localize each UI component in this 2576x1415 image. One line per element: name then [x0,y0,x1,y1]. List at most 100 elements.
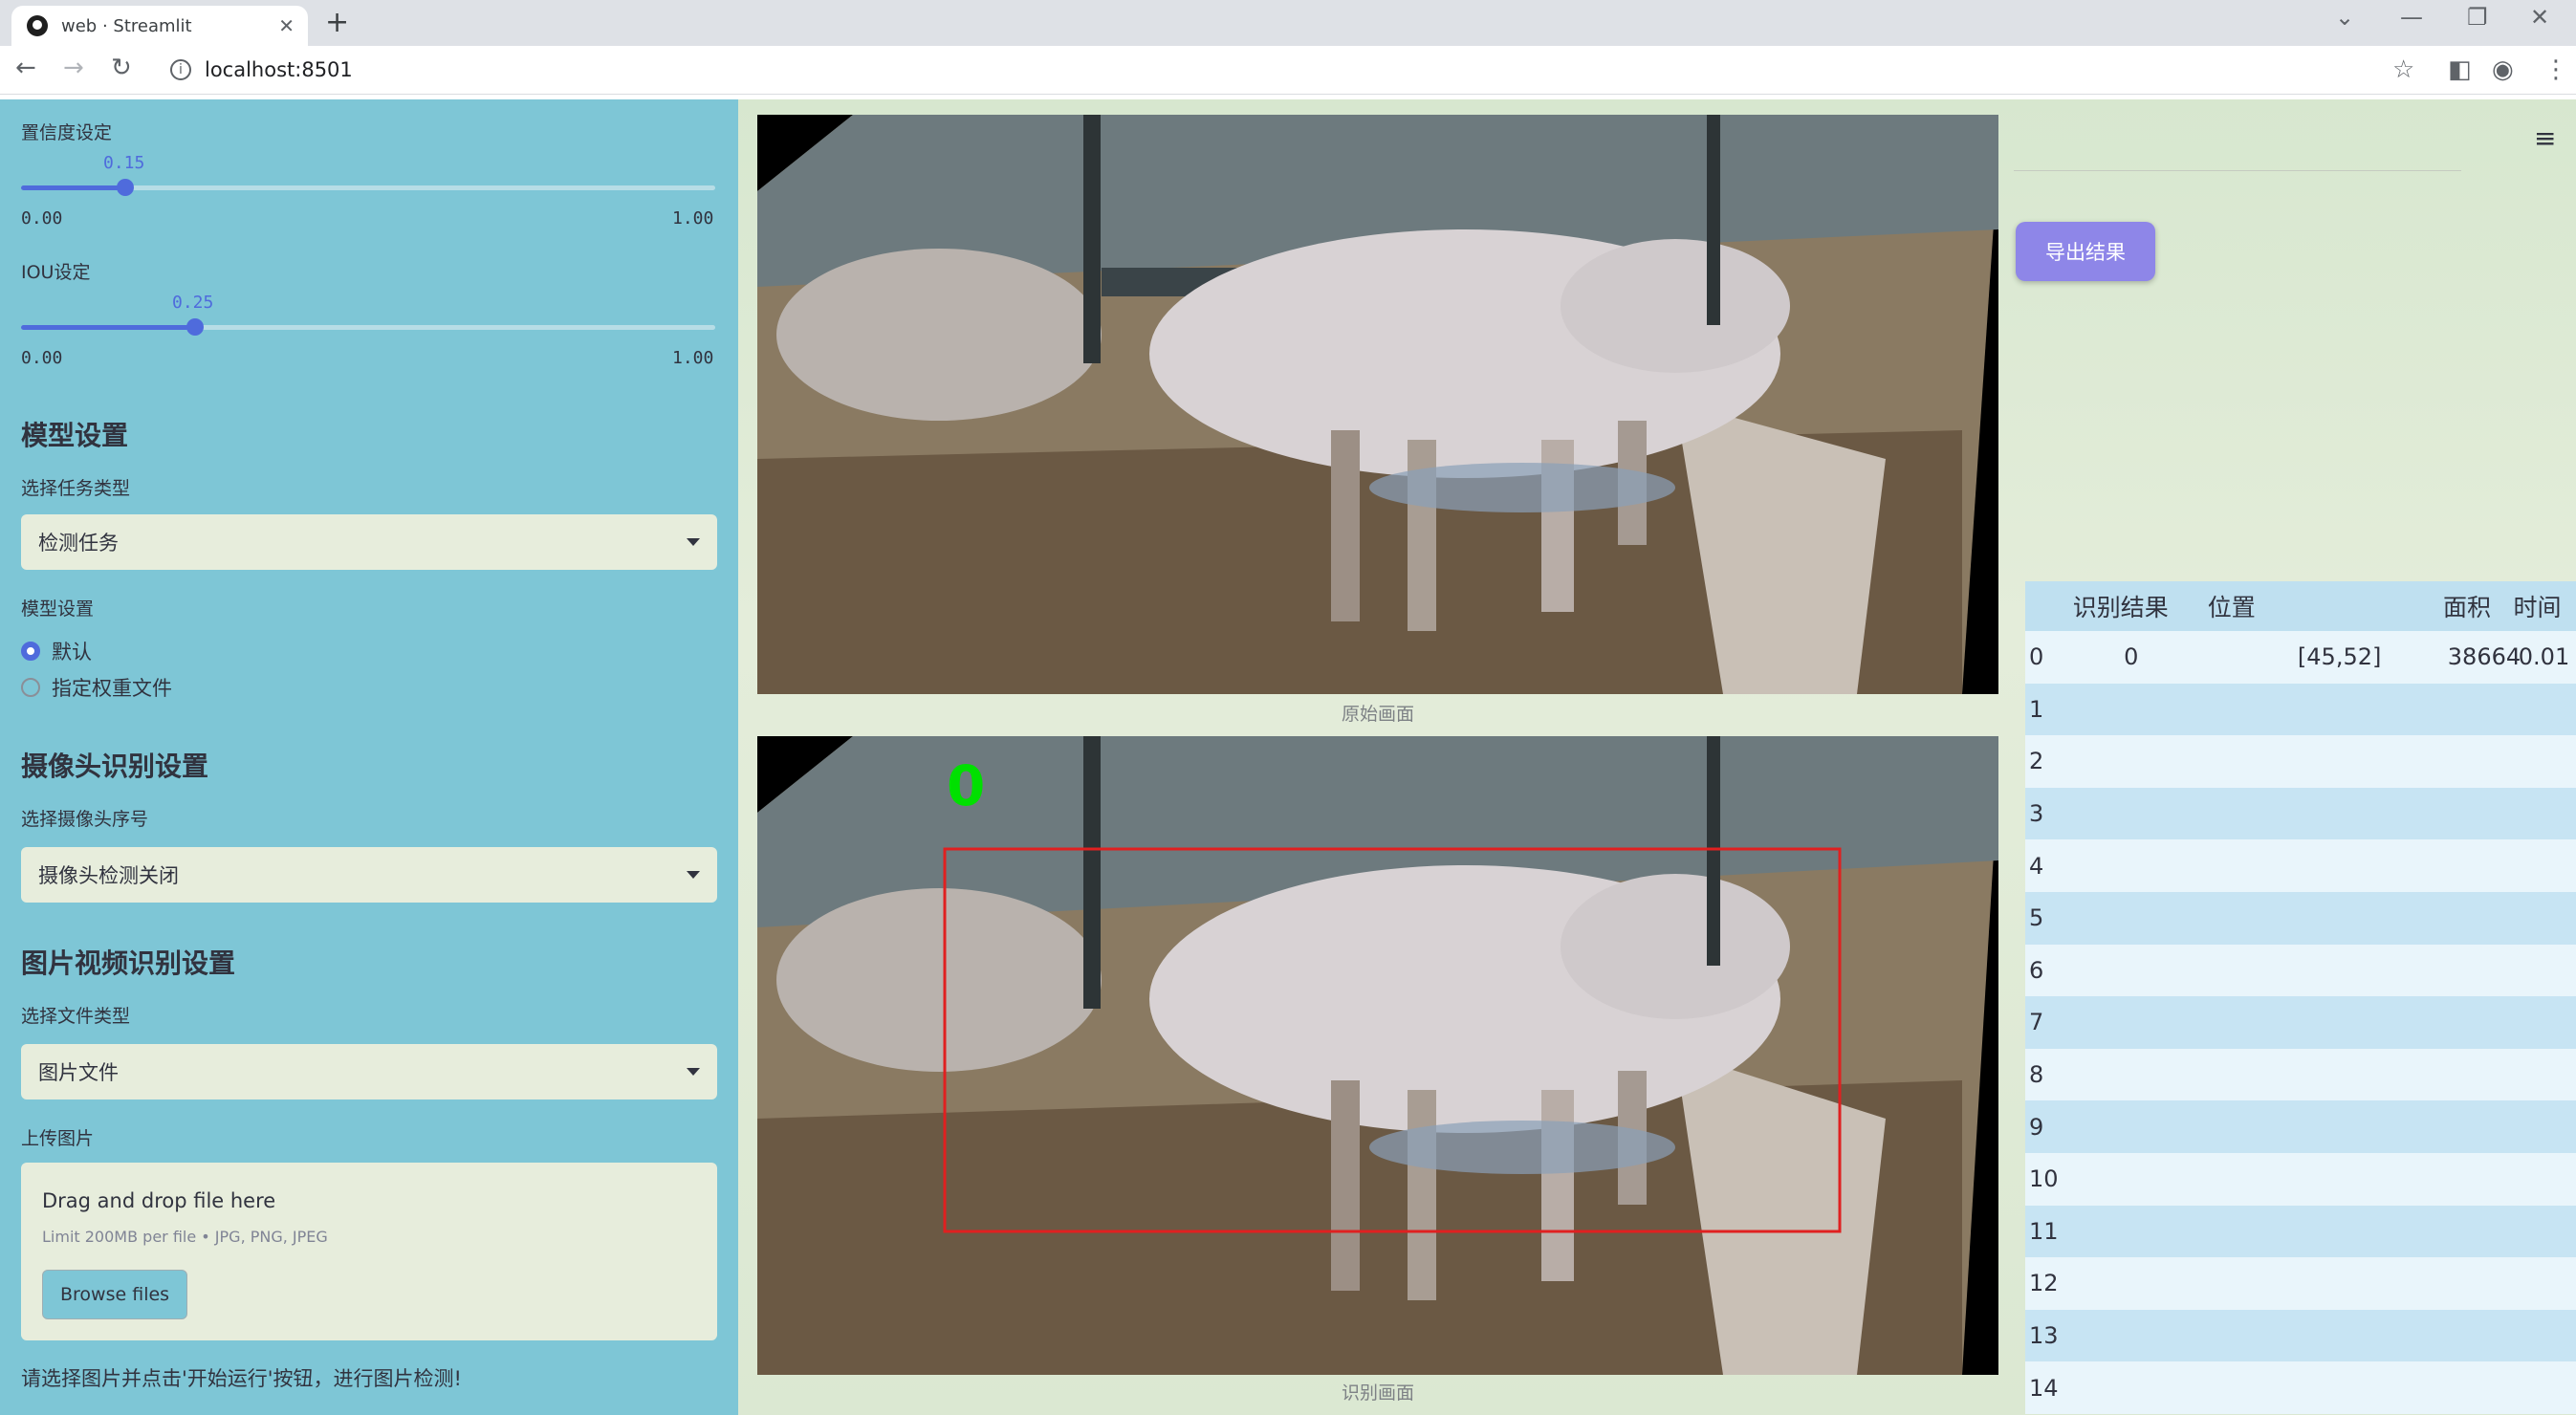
table-row: 1 [2025,683,2576,736]
iou-slider[interactable] [21,318,715,336]
tab-search-icon[interactable]: ⌄ [2335,4,2354,31]
table-header: 识别结果 位置 面积 时间 [2025,581,2576,631]
conf-max: 1.00 [672,208,714,229]
radio-custom-label: 指定权重文件 [52,677,172,700]
row-index: 10 [2029,1165,2059,1193]
address-bar: ← → ↻ i localhost:8501 ☆ ◧ ◉ ⋮ [0,46,2576,95]
task-select-value: 检测任务 [38,532,119,555]
iou-slider-thumb[interactable] [186,318,204,336]
table-row: 8 [2025,1048,2576,1101]
cell-time: 0.01 [2518,643,2570,671]
tab-title: web · Streamlit [61,15,192,36]
iou-max: 1.00 [672,348,714,368]
header-position[interactable]: 位置 [2208,589,2443,623]
iou-label: IOU设定 [21,262,91,283]
row-index: 8 [2029,1061,2044,1089]
cell-result: 0 [2124,643,2139,671]
window-close-icon[interactable]: ✕ [2530,4,2549,31]
hamburger-menu-icon[interactable]: ≡ [2534,122,2556,154]
radio-default[interactable]: 默认 [21,637,92,665]
conf-label: 置信度设定 [21,122,113,143]
camera-select[interactable]: 摄像头检测关闭 [21,847,717,903]
iou-slider-fill [21,325,195,330]
browser-tab-bar: web · Streamlit ✕ + ⌄ — ❐ ✕ [0,0,2576,46]
filetype-select[interactable]: 图片文件 [21,1044,717,1099]
radio-custom-weights[interactable]: 指定权重文件 [21,673,172,702]
iou-slider-value: 0.25 [172,293,214,313]
detection-class-label: 0 [947,753,985,818]
table-body: 0 0 [45,52] 38664 0.01 1 2 3 4 5 6 7 8 9 10 11 12 13 14 [2025,631,2576,1414]
header-result[interactable]: 识别结果 [2073,589,2208,623]
iou-min: 0.00 [21,348,63,368]
new-tab-icon[interactable]: + [325,6,349,39]
restore-icon[interactable]: ❐ [2467,4,2488,31]
back-icon[interactable]: ← [15,54,36,82]
radio-default-label: 默认 [52,641,92,664]
table-row: 6 [2025,944,2576,997]
profile-icon[interactable]: ◉ [2492,55,2514,84]
row-index: 9 [2029,1113,2044,1141]
row-index: 7 [2029,1009,2044,1036]
table-row: 4 [2025,839,2576,892]
row-index: 3 [2029,800,2044,828]
header-area[interactable]: 面积 [2443,589,2513,623]
cell-area: 38664 [2447,643,2521,671]
side-panel-icon[interactable]: ◧ [2448,55,2472,84]
row-index: 6 [2029,956,2044,984]
close-tab-icon[interactable]: ✕ [278,14,295,37]
file-dropzone[interactable]: Drag and drop file here Limit 200MB per … [21,1163,717,1340]
model-label: 模型设置 [21,599,95,620]
dropzone-title: Drag and drop file here [42,1189,276,1212]
results-table[interactable]: 识别结果 位置 面积 时间 0 0 [45,52] 38664 0.01 1 2 3 4 5 6 7 8… [2025,581,2576,1414]
streamlit-favicon-icon [27,15,48,36]
upload-label: 上传图片 [21,1128,95,1149]
table-row: 0 0 [45,52] 38664 0.01 [2025,631,2576,684]
conf-slider[interactable] [21,179,715,196]
row-index: 2 [2029,748,2044,775]
camera-heading: 摄像头识别设置 [21,751,209,782]
table-row: 9 [2025,1100,2576,1153]
instruction-text: 请选择图片并点击'开始运行'按钮，进行图片检测! [21,1367,462,1390]
caption-original: 原始画面 [1341,704,1414,725]
table-row: 13 [2025,1309,2576,1362]
camera-select-value: 摄像头检测关闭 [38,864,179,887]
table-row: 12 [2025,1257,2576,1310]
cow-photo-original [757,115,1998,694]
conf-slider-thumb[interactable] [116,179,134,196]
radio-selected-icon [21,642,40,661]
task-label: 选择任务类型 [21,478,131,499]
site-info-icon[interactable]: i [170,59,191,80]
row-index: 1 [2029,695,2044,723]
export-results-button[interactable]: 导出结果 [2016,222,2155,281]
reload-icon[interactable]: ↻ [111,54,132,82]
row-index: 5 [2029,904,2044,932]
bookmark-star-icon[interactable]: ☆ [2392,55,2414,84]
conf-slider-value: 0.15 [103,153,145,173]
cow-photo-detected: 0 [757,736,1998,1375]
chevron-down-icon [687,538,700,546]
row-index: 12 [2029,1270,2059,1297]
cell-position: [45,52] [2297,643,2382,671]
table-row: 2 [2025,735,2576,788]
table-row: 14 [2025,1361,2576,1414]
chevron-down-icon [687,871,700,879]
row-index: 11 [2029,1217,2059,1245]
result-image: 0 [757,736,1998,1375]
minimize-icon[interactable]: — [2400,4,2423,31]
conf-slider-fill [21,185,125,190]
conf-min: 0.00 [21,208,63,229]
menu-dots-icon[interactable]: ⋮ [2543,55,2568,84]
caption-result: 识别画面 [1341,1382,1414,1404]
row-index: 4 [2029,852,2044,880]
url-field[interactable]: i localhost:8501 [159,52,2358,88]
table-row: 11 [2025,1205,2576,1258]
task-select[interactable]: 检测任务 [21,514,717,570]
browse-files-button[interactable]: Browse files [42,1270,188,1319]
header-time[interactable]: 时间 [2513,589,2576,623]
forward-icon[interactable]: → [63,54,84,82]
chevron-down-icon [687,1068,700,1076]
table-row: 3 [2025,787,2576,840]
browser-tab[interactable]: web · Streamlit ✕ [11,6,308,46]
model-heading: 模型设置 [21,420,129,451]
table-row: 5 [2025,891,2576,945]
